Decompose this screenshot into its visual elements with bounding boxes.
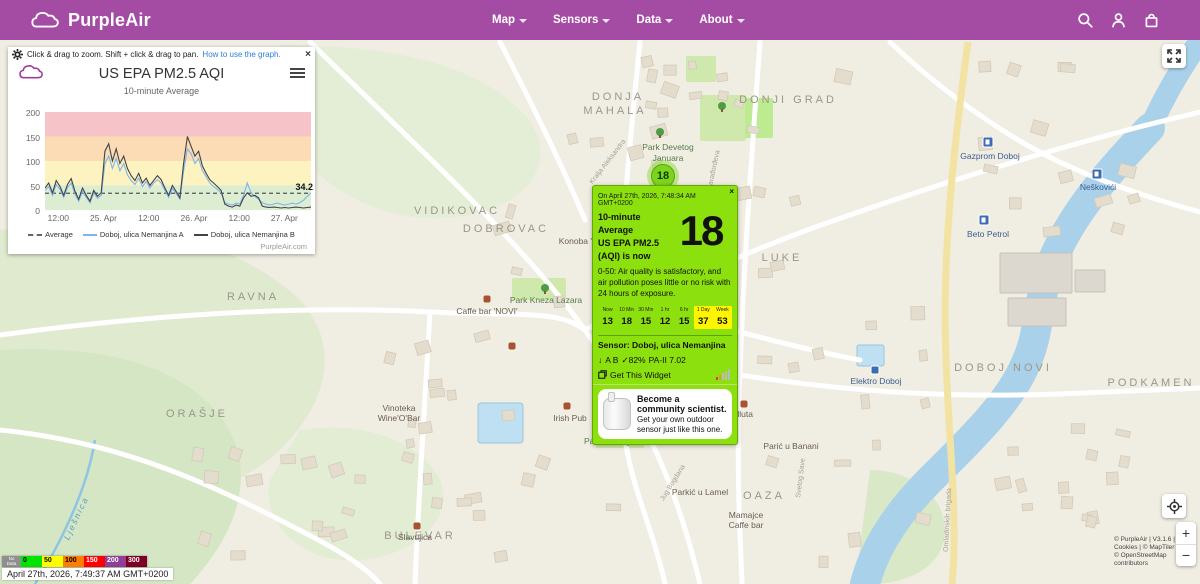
scale-stop: 200: [105, 556, 126, 567]
bar-icon: [484, 296, 491, 303]
aqi-description: 0-50: Air quality is satisfactory, and a…: [598, 267, 732, 299]
aqi-average-cell[interactable]: 30 Min15: [636, 306, 655, 329]
zoom-out-button[interactable]: −: [1176, 545, 1196, 566]
zoom-control: + −: [1176, 522, 1196, 566]
cta-text: Get your own outdoor sensor just like th…: [637, 415, 727, 434]
cta-title: Become a community scientist.: [637, 394, 727, 416]
search-icon[interactable]: [1077, 12, 1094, 29]
purpleair-map-app: PurpleAir Map Sensors Data About Click &…: [0, 0, 1200, 584]
fuel-icon: [1092, 169, 1103, 180]
legend-item[interactable]: Doboj, ulica Nemanjina A: [83, 230, 184, 239]
aqi-average-cell[interactable]: Now13: [598, 306, 617, 329]
chart-legend[interactable]: Average Doboj, ulica Nemanjina A Doboj, ul…: [8, 230, 315, 239]
scale-no-data: NoData: [2, 556, 21, 567]
graph-close-button[interactable]: ×: [305, 50, 311, 60]
scale-stop: 150: [84, 556, 105, 567]
account-icon[interactable]: [1110, 12, 1127, 29]
popup-metric-label: 10-minute Average US EPA PM2.5 (AQI) is …: [598, 211, 670, 263]
zoom-in-button[interactable]: +: [1176, 523, 1196, 545]
chevron-down-icon: [519, 19, 527, 23]
aqi-average-cell[interactable]: 6 hr15: [675, 306, 694, 329]
restaurant-icon: [564, 403, 571, 410]
chart-plot-area[interactable]: 050100150200 12:0025. Apr12:0026. Apr12:…: [8, 112, 315, 210]
tree-icon: [541, 284, 549, 292]
cart-icon[interactable]: [1143, 12, 1160, 29]
sensor-product-image: [603, 398, 631, 430]
legend-item[interactable]: Average: [28, 230, 73, 239]
nav-about[interactable]: About: [699, 14, 744, 26]
locate-button[interactable]: [1162, 494, 1186, 518]
scale-stop: 100: [63, 556, 84, 567]
chevron-down-icon: [665, 19, 673, 23]
bar-icon: [741, 401, 748, 408]
gear-icon[interactable]: [12, 49, 23, 60]
community-scientist-cta[interactable]: Become a community scientist. Get your o…: [598, 389, 732, 440]
aqi-averages-table[interactable]: Now1310 Min1830 Min151 hr126 hr151 Day37…: [598, 306, 732, 329]
legend-item[interactable]: Doboj, ulica Nemanjina B: [194, 230, 295, 239]
sensor-meta: ↓ A B ✓82% PA-II 7.02: [598, 355, 732, 366]
map-attribution[interactable]: © PurpleAir | V3.1.6 | Cookies | © MapTi…: [1114, 536, 1178, 569]
current-value-label: 34.2: [295, 182, 313, 192]
cafe-icon: [414, 523, 421, 530]
aqi-average-cell[interactable]: 10 Min18: [617, 306, 636, 329]
cloud-logo-icon: [30, 9, 60, 31]
popup-close-button[interactable]: ×: [729, 187, 734, 196]
chevron-down-icon: [737, 19, 745, 23]
sensor-name: Sensor: Doboj, ulica Nemanjina: [598, 340, 732, 350]
tree-icon: [718, 102, 726, 110]
cloud-logo-icon: [18, 62, 44, 82]
download-icon[interactable]: ↓: [598, 355, 602, 365]
shop-icon: [871, 366, 880, 375]
map-timestamp: April 27th, 2026, 7:49:37 AM GMT+0200: [2, 568, 173, 580]
widget-icon: [598, 370, 607, 379]
aqi-color-scale: NoData050100150200300: [2, 556, 147, 567]
restaurant-icon: [509, 343, 516, 350]
graph-panel: Click & drag to zoom. Shift + click & dr…: [8, 47, 315, 254]
scale-stop: 300: [126, 556, 147, 567]
chevron-down-icon: [602, 19, 610, 23]
aqi-average-cell[interactable]: Week53: [713, 306, 732, 329]
get-widget-link[interactable]: Get This Widget: [610, 370, 671, 380]
chart-subtitle: 10-minute Average: [8, 86, 315, 100]
how-to-use-link[interactable]: How to use the graph.: [202, 50, 280, 59]
graph-hint-bar: Click & drag to zoom. Shift + click & dr…: [8, 47, 315, 62]
nav-map[interactable]: Map: [492, 14, 527, 26]
purpleair-logo[interactable]: PurpleAir: [30, 9, 151, 31]
locate-icon: [1167, 499, 1182, 514]
aqi-average-cell[interactable]: 1 hr12: [655, 306, 674, 329]
header-icons: [1077, 12, 1160, 29]
chart-menu-icon[interactable]: [290, 68, 305, 80]
scale-stop: 50: [42, 556, 63, 567]
watermark: PurpleAir.com: [260, 242, 307, 251]
fullscreen-button[interactable]: [1162, 44, 1186, 68]
scale-stop: 0: [21, 556, 42, 567]
nav-sensors[interactable]: Sensors: [553, 14, 610, 26]
top-navbar: PurpleAir Map Sensors Data About: [0, 0, 1200, 40]
tree-icon: [656, 128, 664, 136]
aqi-value: 18: [670, 211, 732, 263]
fuel-icon: [979, 215, 990, 226]
fullscreen-icon: [1167, 49, 1181, 63]
popup-timestamp: On April 27th, 2026, 7:48:34 AM GMT+0200: [598, 193, 732, 207]
fuel-icon: [983, 137, 994, 148]
chart-title: US EPA PM2.5 AQI: [8, 62, 315, 82]
signal-bars-icon: [716, 369, 730, 380]
main-nav: Map Sensors Data About: [492, 14, 745, 26]
graph-hint-text: Click & drag to zoom. Shift + click & dr…: [27, 50, 198, 59]
sensor-popup: × On April 27th, 2026, 7:48:34 AM GMT+02…: [592, 185, 738, 445]
nav-data[interactable]: Data: [636, 14, 673, 26]
aqi-average-cell[interactable]: 1 Day37: [694, 306, 713, 329]
brand-name: PurpleAir: [68, 10, 151, 31]
